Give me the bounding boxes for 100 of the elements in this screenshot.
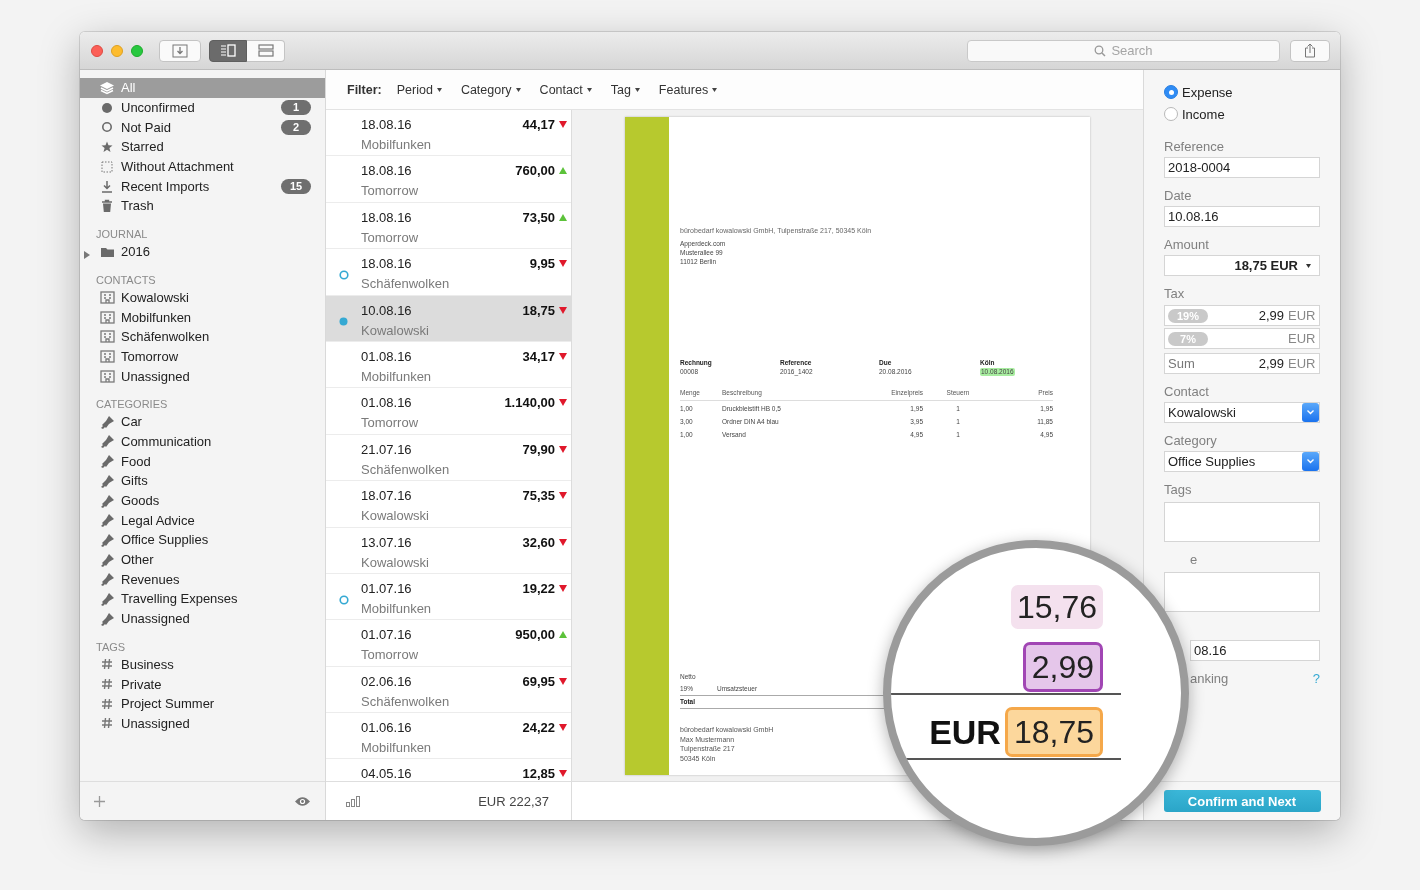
sidebar-item[interactable]: Recent Imports 15 — [80, 176, 325, 197]
transaction-amount: 19,22 — [522, 579, 555, 598]
item-label: Schäfenwolken — [121, 329, 211, 345]
sidebar-item[interactable]: Trash — [80, 196, 325, 216]
transaction-date: 02.06.16 — [361, 672, 413, 691]
item-label: Not Paid — [121, 119, 172, 135]
select-field[interactable]: Office Supplies — [1164, 451, 1320, 472]
type-radio[interactable]: Income — [1164, 103, 1225, 125]
minimize-button[interactable] — [111, 44, 123, 57]
view-toggle-button[interactable] — [247, 39, 285, 62]
sidebar-item[interactable]: Tomorrow — [80, 346, 325, 367]
caret-icon — [515, 87, 521, 92]
text-area[interactable] — [1164, 572, 1320, 612]
view-toggle-button[interactable] — [209, 39, 247, 62]
sidebar-item[interactable]: Not Paid 2 — [80, 117, 325, 138]
amount-field[interactable]: 18,75 EUR — [1164, 255, 1320, 276]
sidebar-item[interactable]: Car — [80, 411, 325, 432]
filter-menu[interactable]: Features — [658, 82, 718, 97]
filter-menu[interactable]: Category — [460, 82, 521, 97]
item-label: Unconfirmed — [121, 100, 196, 116]
item-label: Starred — [121, 139, 165, 155]
disclosure-triangle-icon[interactable] — [84, 250, 91, 259]
sidebar-item[interactable]: Business — [80, 654, 325, 675]
pin-icon — [99, 473, 115, 488]
transaction-row[interactable]: 10.08.16 18,75 Kowalowski — [326, 295, 571, 342]
filter-menu[interactable]: Tag — [610, 82, 640, 97]
import-button[interactable] — [159, 39, 201, 62]
transaction-row[interactable]: 01.07.16 19,22 Mobilfunken — [326, 573, 571, 621]
sidebar-item[interactable]: Other — [80, 549, 325, 570]
sidebar-item[interactable]: Legal Advice — [80, 510, 325, 531]
item-label: Travelling Expenses — [121, 591, 239, 607]
layers-icon — [99, 80, 115, 95]
sidebar-item[interactable]: Unassigned — [80, 366, 325, 386]
plus-icon[interactable] — [94, 795, 105, 807]
sidebar-item[interactable]: Starred — [80, 137, 325, 157]
transaction-row[interactable]: 18.07.16 75,35 Kowalowski — [326, 481, 571, 528]
item-label: Goods — [121, 493, 161, 509]
transaction-row[interactable]: 01.06.16 24,22 Mobilfunken — [326, 713, 571, 760]
transaction-contact: Tomorrow — [361, 647, 420, 665]
filter-menu[interactable]: Period — [396, 82, 442, 97]
sidebar-item[interactable]: Communication — [80, 431, 325, 452]
zoom-button[interactable] — [131, 44, 143, 57]
transaction-row[interactable]: 04.05.16 12,85 — [326, 759, 571, 781]
transaction-date: 01.08.16 — [361, 394, 413, 413]
transaction-row[interactable]: 18.08.16 44,17 Mobilfunken — [326, 110, 571, 157]
sidebar-item[interactable]: Unassigned — [80, 608, 325, 629]
text-field[interactable]: 2018-0004 — [1164, 157, 1320, 178]
bar-chart-icon[interactable] — [346, 795, 360, 807]
transaction-amount: 79,90 — [522, 440, 555, 459]
caret-icon — [634, 87, 640, 92]
transaction-amount: 12,85 — [522, 765, 555, 781]
transaction-row[interactable]: 18.08.16 9,95 Schäfenwolken — [326, 249, 571, 296]
pin-icon — [99, 552, 115, 567]
hash-icon — [101, 697, 113, 710]
magnified-currency: EUR — [929, 712, 1001, 752]
transaction-contact: Schäfenwolken — [361, 693, 451, 711]
chevron-down-icon — [1307, 410, 1314, 415]
sidebar-item[interactable]: Goods — [80, 490, 325, 511]
filter-menu[interactable]: Contact — [539, 82, 592, 97]
sidebar-item[interactable]: Gifts — [80, 471, 325, 491]
sidebar-item[interactable]: Kowalowski — [80, 287, 325, 308]
sidebar-item[interactable]: Food — [80, 451, 325, 471]
item-label: Business — [121, 656, 175, 672]
transaction-row[interactable]: 01.07.16 950,00 Tomorrow — [326, 620, 571, 667]
item-label: Food — [121, 453, 152, 469]
text-field[interactable]: 10.08.16 — [1164, 206, 1320, 227]
sidebar-item[interactable]: Unconfirmed 1 — [80, 97, 325, 118]
sidebar-item[interactable]: Without Attachment — [80, 156, 325, 177]
sidebar-item[interactable]: Schäfenwolken — [80, 326, 325, 347]
transaction-row[interactable]: 01.08.16 34,17 Mobilfunken — [326, 341, 571, 389]
close-button[interactable] — [91, 44, 103, 57]
field-label: anking — [1190, 671, 1229, 688]
sidebar-item[interactable]: Unassigned — [80, 713, 325, 734]
sidebar-item[interactable]: Revenues — [80, 569, 325, 590]
transaction-row[interactable]: 21.07.16 79,90 Schäfenwolken — [326, 434, 571, 482]
text-area[interactable] — [1164, 502, 1320, 542]
transaction-amount: 75,35 — [522, 487, 555, 506]
transaction-row[interactable]: 01.08.16 1.140,00 Tomorrow — [326, 388, 571, 435]
hash-icon — [101, 717, 113, 730]
transaction-contact: Mobilfunken — [361, 600, 433, 618]
sidebar-item[interactable]: Travelling Expenses — [80, 589, 325, 609]
transaction-date: 18.08.16 — [361, 162, 413, 181]
text-field[interactable]: 08.16 — [1190, 640, 1320, 661]
type-radio[interactable]: Expense — [1164, 81, 1233, 103]
sidebar-item[interactable]: Mobilfunken — [80, 307, 325, 327]
eye-icon[interactable] — [294, 795, 311, 807]
transaction-row[interactable]: 18.08.16 73,50 Tomorrow — [326, 202, 571, 250]
share-button[interactable] — [1290, 39, 1330, 62]
item-label: Project Summer — [121, 696, 216, 712]
transaction-row[interactable]: 13.07.16 32,60 Kowalowski — [326, 527, 571, 574]
sidebar-item[interactable]: Private — [80, 674, 325, 694]
sidebar-item[interactable]: Office Supplies — [80, 530, 325, 550]
section-heading: JOURNAL — [95, 226, 149, 242]
transaction-row[interactable]: 18.08.16 760,00 Tomorrow — [326, 156, 571, 203]
sidebar-item[interactable]: 2016 — [80, 241, 325, 262]
select-field[interactable]: Kowalowski — [1164, 402, 1320, 423]
item-label: Revenues — [121, 571, 181, 587]
sidebar-item[interactable]: Project Summer — [80, 693, 325, 714]
transaction-amount: 69,95 — [522, 672, 555, 691]
transaction-row[interactable]: 02.06.16 69,95 Schäfenwolken — [326, 666, 571, 714]
